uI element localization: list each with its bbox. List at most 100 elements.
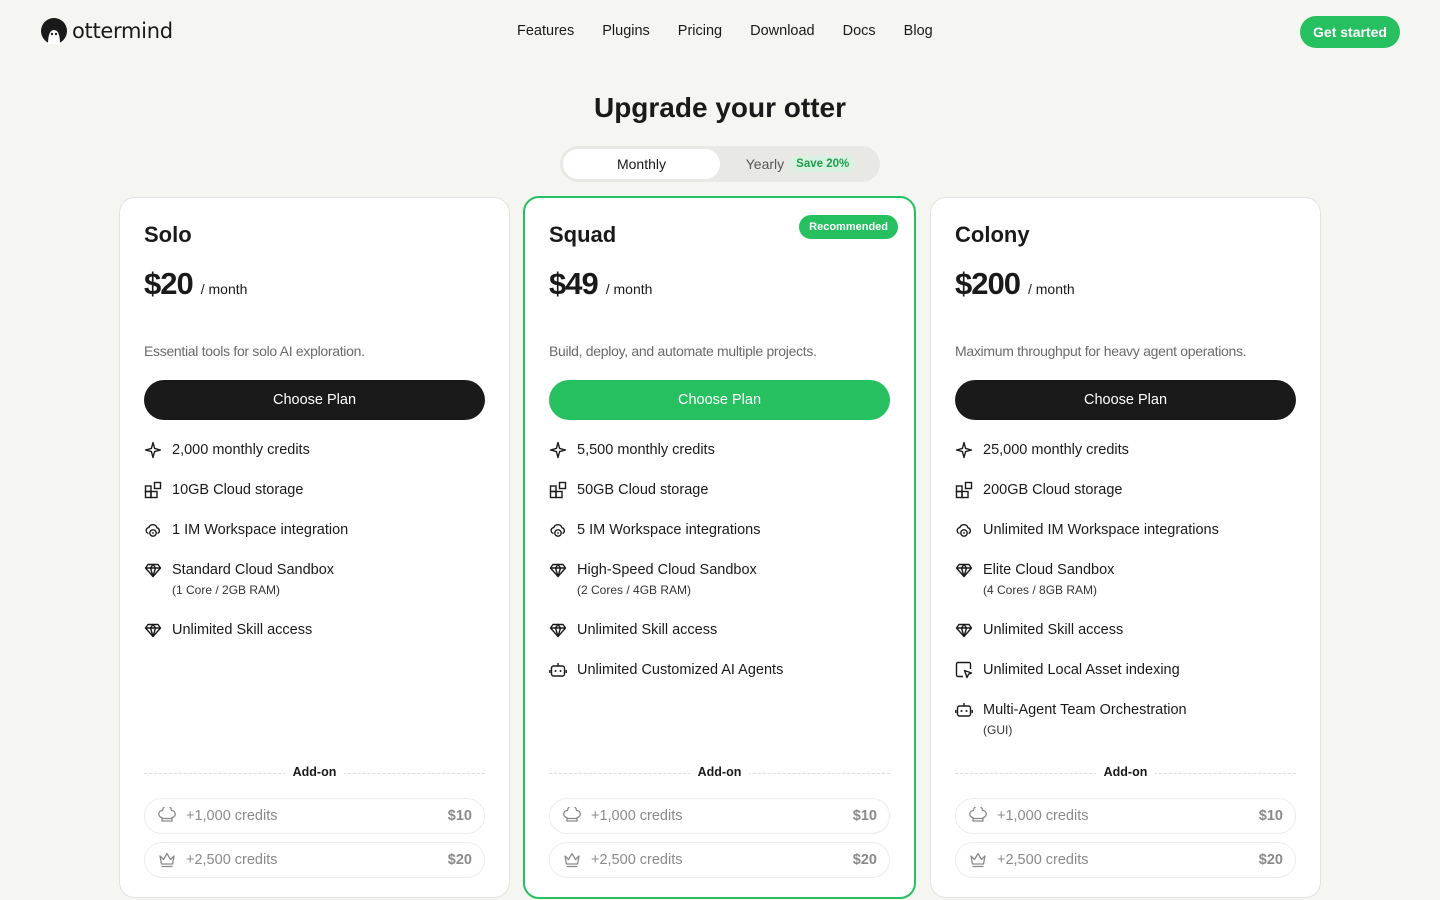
feature-item: 5 IM Workspace integrations: [549, 520, 890, 560]
feature-item: Unlimited Skill access: [144, 620, 485, 660]
addon-option[interactable]: +1,000 credits $10: [144, 798, 485, 834]
addon-option[interactable]: +2,500 credits $20: [955, 842, 1296, 878]
sparkle-icon: [549, 441, 567, 459]
addon-option[interactable]: +2,500 credits $20: [549, 842, 890, 878]
addon-divider: Add-on: [144, 764, 485, 782]
feature-item: Multi-Agent Team Orchestration (GUI): [955, 700, 1296, 760]
plan-period: / month: [200, 281, 248, 297]
feature-text: Standard Cloud Sandbox: [172, 562, 335, 578]
monitor-pointer-icon: [955, 661, 973, 679]
diamond-icon: [955, 561, 973, 579]
nav-features[interactable]: Features: [517, 23, 574, 39]
feature-item: 200GB Cloud storage: [955, 480, 1296, 520]
nav-plugins[interactable]: Plugins: [602, 23, 650, 39]
feature-item: High-Speed Cloud Sandbox (2 Cores / 4GB R…: [549, 560, 890, 620]
feature-text: 1 IM Workspace integration: [172, 522, 349, 538]
feature-item: 10GB Cloud storage: [144, 480, 485, 520]
nav-docs[interactable]: Docs: [843, 23, 876, 39]
feature-text: 10GB Cloud storage: [172, 482, 304, 498]
crown-icon: [157, 851, 177, 869]
plan-card-colony: Colony $200 / month Maximum throughput fo…: [930, 197, 1321, 898]
feature-text: Unlimited Customized AI Agents: [577, 662, 784, 678]
price-row: $20 / month: [144, 266, 247, 302]
plan-name: Squad: [549, 222, 617, 247]
feature-subtext: (2 Cores / 4GB RAM): [577, 583, 692, 597]
feature-text: 5 IM Workspace integrations: [577, 522, 761, 538]
otter-logo-icon: [41, 18, 67, 44]
addon-price: $20: [852, 852, 877, 868]
nav-blog[interactable]: Blog: [904, 23, 933, 39]
feature-text: Unlimited Skill access: [983, 622, 1124, 638]
feature-subtext: (4 Cores / 8GB RAM): [983, 583, 1098, 597]
cloud-chat-icon: [955, 521, 973, 539]
feature-text: 50GB Cloud storage: [577, 482, 709, 498]
addon-label: +1,000 credits: [186, 808, 278, 824]
feature-text: Unlimited Local Asset indexing: [983, 662, 1180, 678]
sparkle-icon: [955, 441, 973, 459]
crown-icon: [562, 851, 582, 869]
addon-label: +2,500 credits: [591, 852, 683, 868]
billing-toggle: Monthly Yearly Save 20%: [560, 146, 880, 182]
feature-text: Unlimited Skill access: [577, 622, 718, 638]
plan-price: $49: [549, 266, 599, 301]
site-header: ottermind Features Plugins Pricing Downl…: [0, 0, 1440, 64]
plan-price: $200: [955, 266, 1021, 301]
price-row: $200 / month: [955, 266, 1075, 302]
plan-period: / month: [605, 281, 653, 297]
addon-price: $20: [1258, 852, 1283, 868]
brand-logo[interactable]: ottermind: [40, 17, 173, 45]
addon-label: +2,500 credits: [997, 852, 1089, 868]
price-row: $49 / month: [549, 266, 652, 302]
addon-heading: Add-on: [689, 765, 750, 779]
chef-hat-icon: [968, 807, 988, 825]
addon-option[interactable]: +1,000 credits $10: [955, 798, 1296, 834]
main-nav: Features Plugins Pricing Download Docs B…: [517, 23, 933, 39]
feature-list: 25,000 monthly credits 200GB Cloud stora…: [955, 440, 1296, 760]
feature-item: 50GB Cloud storage: [549, 480, 890, 520]
feature-item: Unlimited IM Workspace integrations: [955, 520, 1296, 560]
feature-list: 5,500 monthly credits 50GB Cloud storage…: [549, 440, 890, 700]
diamond-icon: [144, 561, 162, 579]
feature-item: Unlimited Customized AI Agents: [549, 660, 890, 700]
get-started-button[interactable]: Get started: [1300, 16, 1400, 48]
nav-pricing[interactable]: Pricing: [678, 23, 722, 39]
plan-name: Solo: [144, 222, 192, 247]
choose-plan-button[interactable]: Choose Plan: [144, 380, 485, 420]
feature-text: 2,000 monthly credits: [172, 442, 310, 458]
addon-option[interactable]: +2,500 credits $20: [144, 842, 485, 878]
diamond-icon: [144, 621, 162, 639]
billing-yearly-option[interactable]: Yearly Save 20%: [724, 149, 877, 179]
recommended-badge: Recommended: [799, 215, 898, 239]
addon-heading: Add-on: [284, 765, 345, 779]
feature-text: High-Speed Cloud Sandbox: [577, 562, 757, 578]
choose-plan-button[interactable]: Choose Plan: [549, 380, 890, 420]
feature-item: 25,000 monthly credits: [955, 440, 1296, 480]
nav-download[interactable]: Download: [750, 23, 815, 39]
plan-description: Essential tools for solo AI exploration.: [144, 343, 365, 359]
addon-label: +1,000 credits: [997, 808, 1089, 824]
feature-item: 2,000 monthly credits: [144, 440, 485, 480]
choose-plan-button[interactable]: Choose Plan: [955, 380, 1296, 420]
feature-text: Elite Cloud Sandbox: [983, 562, 1115, 578]
page-title: Upgrade your otter: [593, 92, 847, 123]
feature-item: Unlimited Skill access: [955, 620, 1296, 660]
plan-name: Colony: [955, 222, 1030, 247]
brand-name: ottermind: [72, 19, 173, 43]
chef-hat-icon: [562, 807, 582, 825]
addon-option[interactable]: +1,000 credits $10: [549, 798, 890, 834]
plan-card-body: Colony $200 / month Maximum throughput fo…: [955, 198, 1296, 897]
diamond-icon: [549, 621, 567, 639]
feature-subtext: (GUI): [983, 723, 1013, 737]
feature-text: 25,000 monthly credits: [983, 442, 1129, 458]
blocks-icon: [955, 481, 973, 499]
sparkle-icon: [144, 441, 162, 459]
robot-icon: [549, 661, 567, 679]
save-badge: Save 20%: [790, 156, 856, 172]
diamond-icon: [955, 621, 973, 639]
addon-divider: Add-on: [955, 764, 1296, 782]
feature-item: Elite Cloud Sandbox (4 Cores / 8GB RAM): [955, 560, 1296, 620]
billing-monthly-option[interactable]: Monthly: [563, 149, 720, 179]
yearly-label: Yearly: [745, 156, 785, 172]
feature-list: 2,000 monthly credits 10GB Cloud storage…: [144, 440, 485, 660]
blocks-icon: [549, 481, 567, 499]
